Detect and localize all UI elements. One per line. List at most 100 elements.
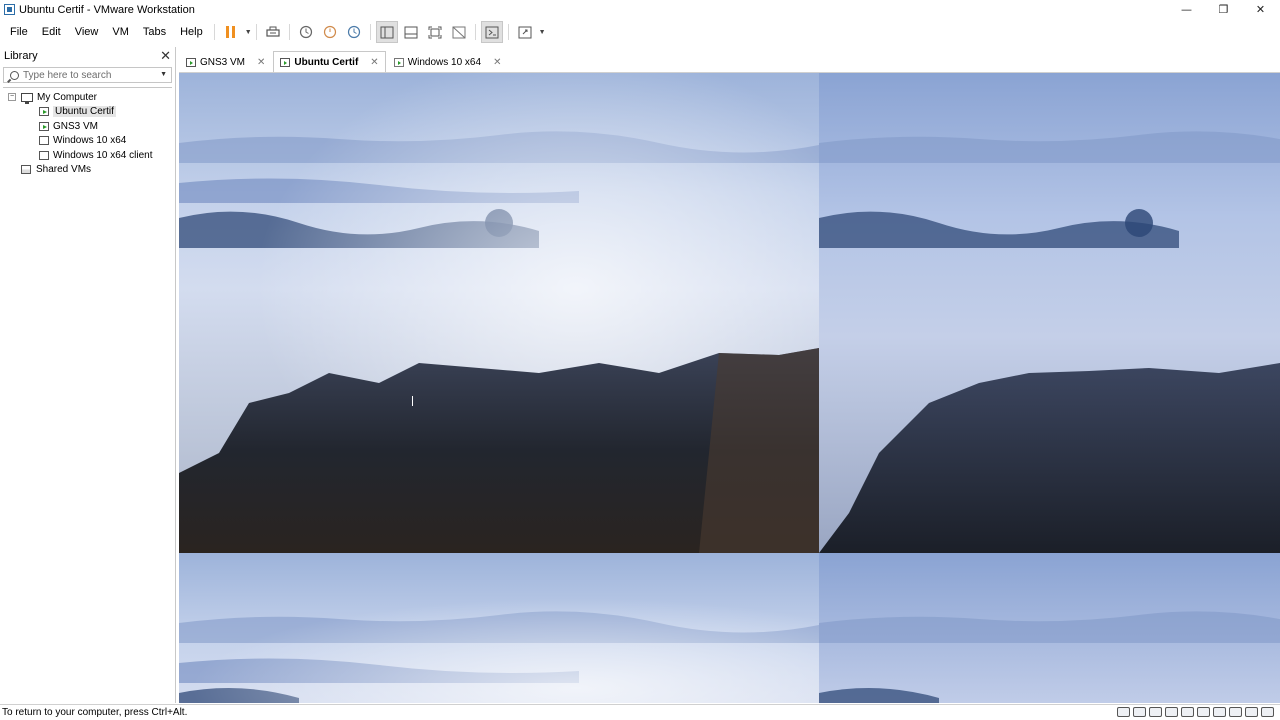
shared-vms-icon — [21, 165, 31, 175]
pause-button[interactable] — [220, 21, 242, 43]
display-icon[interactable] — [1245, 707, 1258, 717]
stretch-guest-icon — [518, 26, 532, 38]
menu-view[interactable]: View — [68, 20, 106, 44]
chevron-down-icon[interactable]: ▼ — [160, 71, 167, 78]
network-icon[interactable] — [1181, 707, 1194, 717]
vm-console-display[interactable] — [179, 73, 1280, 703]
printer-icon[interactable] — [1229, 707, 1242, 717]
tree-item-windows-10-x64[interactable]: Windows 10 x64 — [3, 134, 172, 149]
tree-item-ubuntu-certif[interactable]: Ubuntu Certif — [3, 105, 172, 120]
tree-item-windows-10-x64-client[interactable]: Windows 10 x64 client — [3, 148, 172, 163]
tree-item-label: My Computer — [37, 91, 98, 103]
close-window-button[interactable]: ✕ — [1242, 0, 1279, 19]
tree-item-label: Shared VMs — [36, 164, 92, 176]
menu-toolbar: File Edit View VM Tabs Help ▼ ▼ — [0, 20, 1280, 44]
snapshot-icon — [299, 25, 312, 39]
snapshot-manager-icon — [347, 25, 360, 39]
unity-icon — [452, 26, 466, 38]
close-tab-icon[interactable]: ✕ — [370, 57, 378, 68]
library-search-input[interactable] — [23, 69, 153, 81]
menu-file[interactable]: File — [3, 20, 35, 44]
tree-item-gns3-vm[interactable]: GNS3 VM — [3, 119, 172, 134]
close-icon: ✕ — [1255, 3, 1266, 16]
console-view-button[interactable] — [480, 21, 503, 43]
tree-item-label: Windows 10 x64 — [53, 135, 127, 147]
thumbnail-bar-icon — [404, 26, 418, 38]
menu-help[interactable]: Help — [173, 20, 210, 44]
foggy-landscape-image — [179, 553, 819, 703]
menu-tabs[interactable]: Tabs — [136, 20, 173, 44]
menu-edit[interactable]: Edit — [35, 20, 68, 44]
close-library-icon[interactable]: ✕ — [160, 48, 171, 64]
wallpaper-tile — [819, 553, 1280, 703]
full-screen-button[interactable] — [424, 21, 446, 43]
close-tab-icon[interactable]: ✕ — [493, 57, 501, 68]
snapshot-button[interactable] — [295, 21, 317, 43]
restore-button[interactable]: ❐ — [1205, 0, 1242, 19]
collapse-icon[interactable]: − — [8, 93, 16, 102]
show-library-icon — [380, 26, 394, 38]
revert-snapshot-button[interactable] — [319, 21, 341, 43]
usb-icon[interactable] — [1197, 707, 1210, 717]
library-tree: − My Computer Ubuntu Certif GNS3 VM Wind… — [3, 87, 172, 177]
foggy-landscape-image — [819, 73, 1280, 553]
device-status-icons — [1117, 707, 1274, 717]
vm-icon — [393, 57, 404, 67]
minimize-button[interactable]: — — [1168, 0, 1205, 19]
tree-item-label: Ubuntu Certif — [53, 106, 116, 118]
hard-disk-icon[interactable] — [1149, 707, 1162, 717]
hard-disk-icon[interactable] — [1133, 707, 1146, 717]
unity-button[interactable] — [448, 21, 470, 43]
vm-running-icon — [39, 121, 49, 131]
tree-item-label: Windows 10 x64 client — [53, 149, 153, 161]
title-bar: Ubuntu Certif - VMware Workstation — [0, 0, 1280, 19]
tree-item-my-computer[interactable]: − My Computer — [3, 90, 172, 105]
vmware-app-icon — [4, 4, 15, 15]
wallpaper-tile — [179, 73, 819, 553]
library-header: Library ✕ — [0, 47, 175, 65]
chevron-down-icon[interactable]: ▼ — [539, 29, 546, 36]
tab-windows-10-x64[interactable]: Windows 10 x64 ✕ — [387, 51, 509, 72]
console-view-icon — [485, 26, 499, 38]
sound-icon[interactable] — [1213, 707, 1226, 717]
tab-ubuntu-certif[interactable]: Ubuntu Certif ✕ — [273, 51, 386, 72]
minimize-icon: — — [1181, 3, 1192, 16]
snapshot-manager-button[interactable] — [343, 21, 365, 43]
stretch-guest-button[interactable] — [514, 21, 536, 43]
foggy-landscape-image — [819, 553, 1280, 703]
thumbnail-bar-button[interactable] — [400, 21, 422, 43]
menu-vm[interactable]: VM — [105, 20, 136, 44]
message-icon[interactable] — [1261, 707, 1274, 717]
library-search: ▼ — [3, 67, 172, 83]
window-title: Ubuntu Certif - VMware Workstation — [19, 3, 195, 16]
tree-item-shared-vms[interactable]: Shared VMs — [3, 163, 172, 178]
vm-running-icon — [280, 57, 291, 67]
text-cursor-icon — [412, 396, 414, 406]
pause-icon — [226, 26, 236, 38]
tab-gns3-vm[interactable]: GNS3 VM ✕ — [179, 51, 272, 72]
hard-disk-icon[interactable] — [1117, 707, 1130, 717]
status-message: To return to your computer, press Ctrl+A… — [2, 707, 188, 718]
send-ctrl-alt-del-icon — [266, 26, 280, 37]
vm-icon — [39, 150, 49, 160]
tab-label: Ubuntu Certif — [294, 56, 359, 68]
full-screen-icon — [428, 26, 442, 38]
revert-snapshot-icon — [323, 25, 336, 39]
restore-icon: ❐ — [1218, 3, 1229, 16]
vm-running-icon — [186, 57, 196, 67]
vm-tab-strip: GNS3 VM ✕ Ubuntu Certif ✕ Windows 10 x64… — [179, 51, 1280, 73]
vm-icon — [39, 136, 49, 146]
wallpaper-tile — [819, 73, 1280, 553]
tab-label: Windows 10 x64 — [407, 56, 482, 68]
cd-dvd-icon[interactable] — [1165, 707, 1178, 717]
chevron-down-icon[interactable]: ▼ — [245, 29, 252, 36]
tree-item-label: GNS3 VM — [53, 120, 99, 132]
tab-label: GNS3 VM — [200, 56, 246, 68]
status-bar: To return to your computer, press Ctrl+A… — [0, 704, 1280, 720]
send-ctrl-alt-del-button[interactable] — [262, 21, 284, 43]
close-tab-icon[interactable]: ✕ — [257, 57, 265, 68]
search-icon — [10, 70, 19, 80]
library-panel: Library ✕ ▼ − My Computer Ubuntu Certif … — [0, 47, 176, 703]
show-library-button[interactable] — [375, 21, 398, 43]
foggy-landscape-image — [179, 73, 819, 553]
